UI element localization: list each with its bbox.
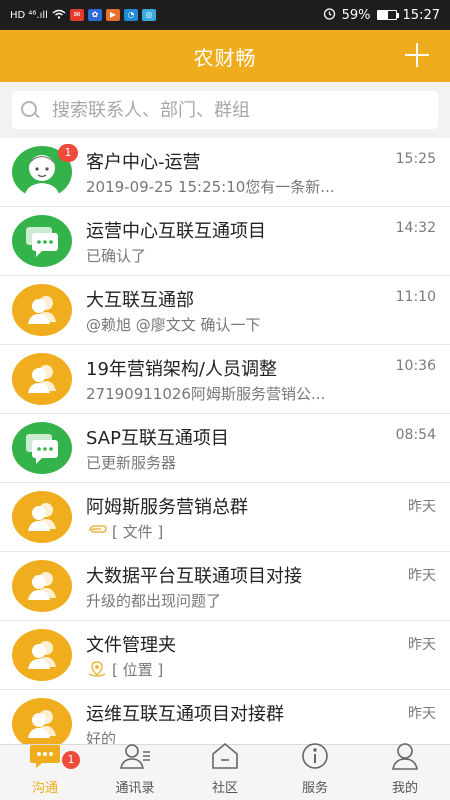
conversation-preview: 升级的都出现问题了 bbox=[86, 590, 386, 611]
tab-label: 我的 bbox=[391, 781, 418, 796]
conversation-preview: 27190911026阿姆斯服务营销公... bbox=[86, 383, 386, 404]
conversation-row[interactable]: 1 客户中心-运营 15:25 2019-09-25 15:25:10您有一条新... bbox=[0, 138, 450, 207]
status-bar-left: HD ⁴⁶.ıll ✉ ✿ ▶ ◔ ◎ bbox=[10, 9, 156, 22]
preview-text: [ 位置 ] bbox=[112, 661, 164, 679]
conversation-row[interactable]: SAP互联互通项目 08:54 已更新服务器 bbox=[0, 414, 450, 483]
preview-text: 升级的都出现问题了 bbox=[86, 592, 222, 610]
conversation-time: 14:32 bbox=[395, 220, 436, 236]
conversation-row[interactable]: 大互联互通部 11:10 @赖旭 @廖文文 确认一下 bbox=[0, 276, 450, 345]
search-icon bbox=[20, 100, 40, 120]
conversation-name: 运维互联互通项目对接群 bbox=[86, 704, 284, 725]
tab-community[interactable]: 社区 bbox=[180, 742, 270, 800]
conversation-name: 大数据平台互联通项目对接 bbox=[86, 566, 302, 587]
conversation-list: 1 客户中心-运营 15:25 2019-09-25 15:25:10您有一条新...… bbox=[0, 138, 450, 744]
notification-app-icon: ◎ bbox=[141, 9, 156, 21]
group-avatar bbox=[12, 284, 72, 336]
tab-me[interactable]: 我的 bbox=[360, 743, 450, 800]
page-title: 农财畅 bbox=[193, 45, 257, 70]
chat-bubble-icon bbox=[28, 741, 62, 775]
conversation-preview: @赖旭 @廖文文 确认一下 bbox=[86, 314, 386, 335]
add-icon[interactable] bbox=[404, 42, 430, 68]
notification-app-icon: ◔ bbox=[123, 9, 138, 21]
conversation-preview: 2019-09-25 15:25:10您有一条新... bbox=[86, 176, 386, 197]
conversation-name: 阿姆斯服务营销总群 bbox=[86, 497, 248, 518]
conversation-time: 昨天 bbox=[408, 499, 436, 515]
preview-text: 好的 bbox=[86, 730, 117, 744]
notification-app-icon: ✉ bbox=[69, 9, 84, 21]
search-bar bbox=[0, 82, 450, 138]
bottom-tab-bar: 1 沟通 通讯录 社区 服务 我的 bbox=[0, 742, 450, 800]
conversation-time: 昨天 bbox=[408, 706, 436, 722]
tab-messages[interactable]: 1 沟通 bbox=[0, 745, 90, 800]
conversation-name: 运营中心互联互通项目 bbox=[86, 221, 266, 242]
profile-icon bbox=[388, 741, 422, 775]
group-avatar bbox=[12, 560, 72, 612]
conversation-preview: 已更新服务器 bbox=[86, 452, 386, 473]
battery-percent: 59% bbox=[341, 7, 371, 23]
status-bar-right: 59% 15:27 bbox=[323, 7, 440, 24]
tab-service[interactable]: 服务 bbox=[270, 743, 360, 800]
conversation-row[interactable]: 19年营销架构/人员调整 10:36 27190911026阿姆斯服务营销公... bbox=[0, 345, 450, 414]
conversation-row[interactable]: 文件管理夹 昨天 [ 位置 ] bbox=[0, 621, 450, 690]
tab-contacts[interactable]: 通讯录 bbox=[90, 744, 180, 800]
tab-label: 通讯录 bbox=[115, 781, 155, 796]
conversation-row[interactable]: 大数据平台互联通项目对接 昨天升级的都出现问题了 bbox=[0, 552, 450, 621]
conversation-time: 10:36 bbox=[395, 358, 436, 374]
conversation-name: 文件管理夹 bbox=[86, 635, 176, 656]
group-avatar bbox=[12, 629, 72, 681]
notification-app-icon: ▶ bbox=[105, 9, 120, 21]
community-icon bbox=[208, 741, 242, 775]
alarm-icon bbox=[323, 7, 336, 24]
search-input[interactable] bbox=[52, 99, 412, 121]
conversation-time: 昨天 bbox=[408, 568, 436, 584]
unread-badge: 1 bbox=[62, 751, 80, 769]
status-bar: HD ⁴⁶.ıll ✉ ✿ ▶ ◔ ◎ 59% 15:27 bbox=[0, 0, 450, 30]
signal-indicator: HD ⁴⁶.ıll bbox=[10, 9, 48, 21]
conversation-row[interactable]: 运维互联互通项目对接群 昨天好的 bbox=[0, 690, 450, 744]
conversation-name: 客户中心-运营 bbox=[86, 152, 201, 173]
title-bar: 农财畅 bbox=[0, 30, 450, 82]
notification-app-icon: ✿ bbox=[87, 9, 102, 21]
service-icon bbox=[298, 741, 332, 775]
group-avatar bbox=[12, 698, 72, 744]
group-avatar bbox=[12, 353, 72, 405]
battery-icon bbox=[376, 10, 399, 20]
preview-text: [ 文件 ] bbox=[112, 523, 164, 541]
conversation-preview: 已确认了 bbox=[86, 245, 386, 266]
attachment-icon bbox=[86, 524, 108, 542]
conversation-time: 08:54 bbox=[395, 427, 436, 443]
tab-label: 服务 bbox=[301, 781, 328, 796]
tab-label: 社区 bbox=[211, 781, 238, 796]
conversation-row[interactable]: 运营中心互联互通项目 14:32 已确认了 bbox=[0, 207, 450, 276]
conversation-preview: [ 文件 ] bbox=[86, 521, 386, 542]
tab-label: 沟通 bbox=[31, 781, 58, 796]
contacts-icon bbox=[118, 741, 152, 775]
chat-avatar bbox=[12, 422, 72, 474]
search-box[interactable] bbox=[12, 91, 438, 129]
conversation-name: 19年营销架构/人员调整 bbox=[86, 359, 277, 380]
conversation-time: 11:10 bbox=[395, 289, 436, 305]
conversation-name: SAP互联互通项目 bbox=[86, 428, 229, 449]
preview-text: 已更新服务器 bbox=[86, 454, 177, 472]
preview-text: 2019-09-25 15:25:10您有一条新... bbox=[86, 178, 335, 196]
chat-avatar bbox=[12, 215, 72, 267]
unread-badge: 1 bbox=[58, 144, 78, 162]
conversation-preview: [ 位置 ] bbox=[86, 659, 386, 681]
preview-text: 27190911026阿姆斯服务营销公... bbox=[86, 385, 326, 403]
preview-text: 已确认了 bbox=[86, 247, 147, 265]
conversation-row[interactable]: 阿姆斯服务营销总群 昨天 [ 文件 ] bbox=[0, 483, 450, 552]
clock: 15:27 bbox=[402, 7, 440, 23]
conversation-time: 昨天 bbox=[408, 637, 436, 653]
preview-text: @赖旭 @廖文文 确认一下 bbox=[86, 316, 261, 334]
group-avatar bbox=[12, 491, 72, 543]
location-icon bbox=[86, 660, 108, 681]
conversation-name: 大互联互通部 bbox=[86, 290, 194, 311]
wifi-icon bbox=[52, 9, 66, 22]
conversation-time: 15:25 bbox=[395, 151, 436, 167]
